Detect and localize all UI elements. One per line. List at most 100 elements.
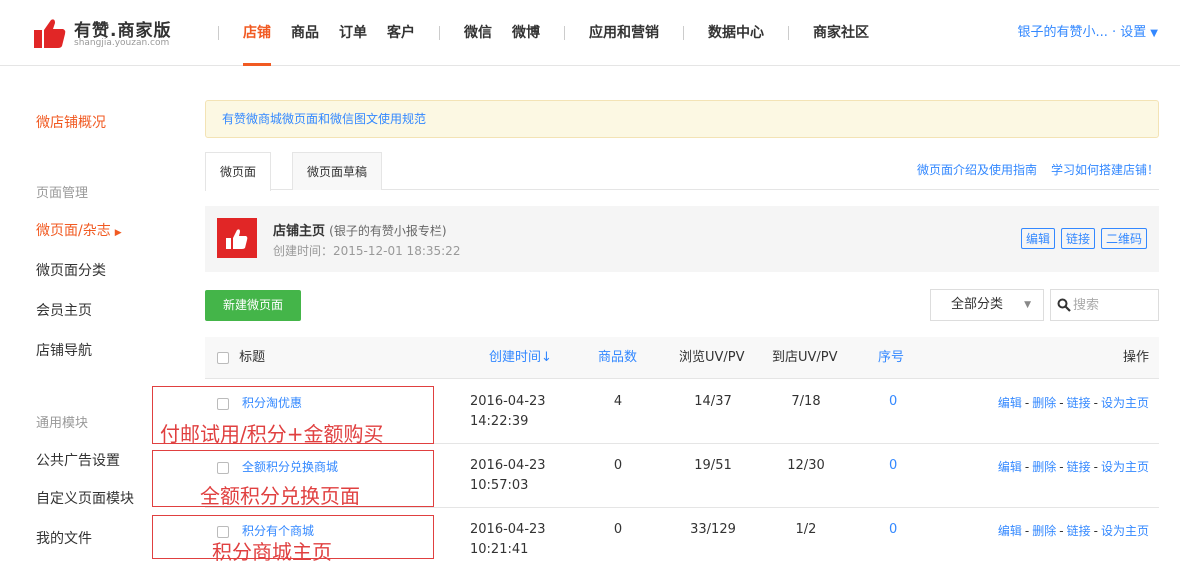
row-link-link[interactable]: 链接 (1067, 460, 1091, 474)
row-time: 10:21:41 (470, 542, 529, 557)
row-delete-link[interactable]: 删除 (1032, 524, 1056, 538)
row-created: 2016-04-23 10:21:41 (470, 520, 546, 560)
sidebar-item-shop-nav[interactable]: 店铺导航 (36, 340, 92, 360)
home-edit-button[interactable]: 编辑 (1020, 228, 1055, 249)
triangle-right-icon: ▶ (114, 228, 122, 238)
thumbs-up-icon (217, 218, 257, 258)
sidebar-item-member-home[interactable]: 会员主页 (36, 300, 92, 320)
sidebar-item-my-files[interactable]: 我的文件 (36, 528, 92, 548)
header-goods-count: 商品数 (598, 350, 638, 365)
search-input[interactable] (1073, 294, 1153, 316)
notice-link[interactable]: 有赞微商城微页面和微信图文使用规范 (222, 112, 426, 126)
sidebar-item-overview[interactable]: 微店铺概况 (36, 112, 106, 132)
user-label: 银子的有赞小... · 设置 (1017, 25, 1147, 40)
row-edit-link[interactable]: 编辑 (998, 460, 1022, 474)
search-icon (1057, 298, 1071, 312)
row-order[interactable]: 0 (889, 394, 897, 409)
row-ops: 编辑 - 删除 - 链接 - 设为主页 (997, 396, 1149, 410)
nav-apps-marketing[interactable]: 应用和营销 (579, 0, 669, 66)
nav-divider (564, 26, 565, 40)
chevron-down-icon: ▼ (1024, 300, 1031, 310)
nav-data-center[interactable]: 数据中心 (698, 0, 774, 66)
sidebar-item-page-category[interactable]: 微页面分类 (36, 260, 106, 280)
row-created: 2016-04-23 10:57:03 (470, 456, 546, 496)
category-filter-select[interactable]: 全部分类 ▼ (930, 289, 1044, 321)
row-set-home-link[interactable]: 设为主页 (1101, 396, 1149, 410)
row-goods: 0 (613, 522, 623, 537)
row-ops: 编辑 - 删除 - 链接 - 设为主页 (997, 524, 1149, 538)
row-store: 12/30 (787, 458, 825, 473)
row-order[interactable]: 0 (889, 522, 897, 537)
thumbs-up-logo-icon (34, 19, 66, 48)
main-nav: 店铺 商品 订单 客户 微信 微博 应用和营销 数据中心 商家社区 (204, 0, 879, 66)
row-set-home-link[interactable]: 设为主页 (1101, 460, 1149, 474)
user-settings-menu[interactable]: 银子的有赞小... · 设置 ▼ (1018, 0, 1159, 66)
caret-down-icon: ▼ (1150, 28, 1158, 39)
annotation-label: 付邮试用/积分+金额购买 (160, 422, 384, 446)
nav-customers[interactable]: 客户 (377, 0, 425, 66)
sidebar-group-common-modules: 通用模块 (36, 416, 89, 431)
row-ops: 编辑 - 删除 - 链接 - 设为主页 (997, 460, 1149, 474)
top-navbar: 有赞.商家版 shangjia.youzan.com 店铺 商品 订单 客户 微… (0, 0, 1180, 66)
row-date: 2016-04-23 (470, 522, 546, 537)
home-link-button[interactable]: 链接 (1060, 228, 1095, 249)
header-title: 标题 (217, 337, 265, 379)
nav-weibo[interactable]: 微博 (502, 0, 550, 66)
sidebar-item-custom-modules[interactable]: 自定义页面模块 (36, 488, 134, 508)
row-goods: 4 (613, 394, 623, 409)
row-goods: 0 (613, 458, 623, 473)
row-store: 1/2 (795, 522, 817, 537)
annotation-label: 积分商城主页 (212, 540, 332, 563)
row-store: 7/18 (791, 394, 821, 409)
guide-link[interactable]: 微页面介绍及使用指南 (917, 163, 1037, 177)
sidebar-item-public-ads[interactable]: 公共广告设置 (36, 450, 120, 470)
row-time: 14:22:39 (470, 414, 529, 429)
row-date: 2016-04-23 (470, 458, 546, 473)
logo[interactable]: 有赞.商家版 shangjia.youzan.com (34, 14, 184, 54)
home-created-time: 创建时间：2015-12-01 18:35:22 (273, 244, 461, 258)
row-view: 14/37 (694, 394, 732, 409)
nav-orders[interactable]: 订单 (329, 0, 377, 66)
home-title-text: 店铺主页 (273, 224, 326, 239)
nav-shop[interactable]: 店铺 (233, 0, 281, 66)
page-tabs: 微页面 微页面草稿 微页面介绍及使用指南 学习如何搭建店铺！ (205, 152, 1159, 191)
home-subtitle: (银子的有赞小报专栏) (329, 224, 447, 238)
row-delete-link[interactable]: 删除 (1032, 460, 1056, 474)
row-link-link[interactable]: 链接 (1067, 396, 1091, 410)
tab-micro-page[interactable]: 微页面 (205, 152, 272, 191)
row-view: 19/51 (694, 458, 732, 473)
row-edit-link[interactable]: 编辑 (998, 524, 1022, 538)
nav-divider (788, 26, 789, 40)
table-header: 标题 创建时间↓ 商品数 浏览UV/PV 到店UV/PV 序号 操作 (205, 337, 1159, 379)
sidebar-group-page-management: 页面管理 (36, 186, 89, 201)
logo-subtitle: shangjia.youzan.com (74, 38, 170, 48)
filter-value: 全部分类 (951, 297, 1004, 312)
sidebar-item-micro-page[interactable]: 微页面/杂志 ▶ (36, 220, 122, 240)
help-links: 微页面介绍及使用指南 学习如何搭建店铺！ (903, 152, 1159, 188)
sidebar-item-label: 微页面/杂志 (36, 223, 111, 239)
header-store-uvpv: 到店UV/PV (772, 350, 838, 365)
nav-divider (439, 26, 440, 40)
row-set-home-link[interactable]: 设为主页 (1101, 524, 1149, 538)
row-order[interactable]: 0 (889, 458, 897, 473)
nav-goods[interactable]: 商品 (281, 0, 329, 66)
tab-page-drafts[interactable]: 微页面草稿 (292, 152, 383, 190)
nav-divider (218, 26, 219, 40)
row-delete-link[interactable]: 删除 (1032, 396, 1056, 410)
new-page-button[interactable]: 新建微页面 (205, 290, 301, 321)
annotation-label: 全额积分兑换页面 (200, 484, 360, 508)
header-created-sort[interactable]: 创建时间↓ (489, 337, 552, 379)
row-edit-link[interactable]: 编辑 (998, 396, 1022, 410)
row-view: 33/129 (690, 522, 736, 537)
row-time: 10:57:03 (470, 478, 529, 493)
header-order: 序号 (878, 350, 905, 365)
select-all-checkbox[interactable] (217, 351, 229, 364)
notice-banner[interactable]: 有赞微商城微页面和微信图文使用规范 (205, 100, 1159, 138)
search-box (1050, 289, 1159, 321)
learn-link[interactable]: 学习如何搭建店铺！ (1051, 163, 1159, 177)
nav-wechat[interactable]: 微信 (454, 0, 502, 66)
row-link-link[interactable]: 链接 (1067, 524, 1091, 538)
header-view-uvpv: 浏览UV/PV (679, 350, 745, 365)
home-qrcode-button[interactable]: 二维码 (1100, 228, 1147, 249)
nav-community[interactable]: 商家社区 (803, 0, 879, 66)
